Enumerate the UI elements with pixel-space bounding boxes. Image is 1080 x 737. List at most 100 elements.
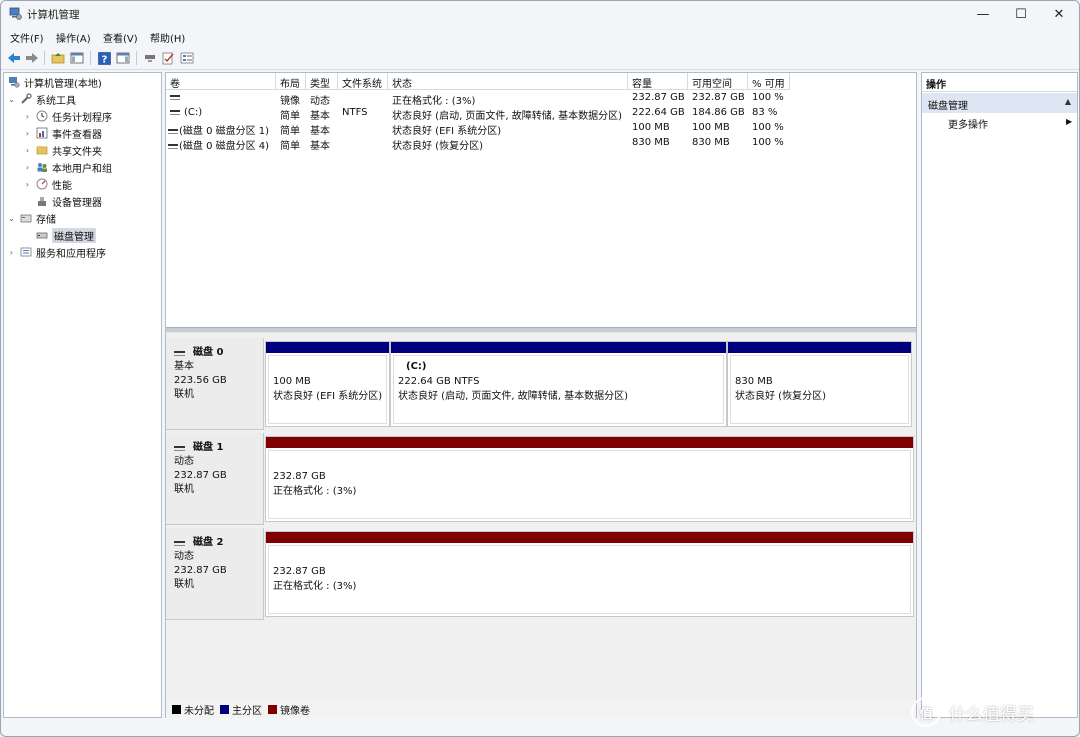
disk-row-2: 磁盘 2 动态 232.87 GB 联机 232.87 GB 正在格式化 : (…: [166, 528, 916, 620]
tree-item-label: 磁盘管理: [52, 227, 96, 243]
disk-name: 磁盘 1: [174, 441, 263, 455]
fs-cell: [338, 92, 342, 107]
type-cell: 动态: [310, 96, 330, 107]
volume-icon: [168, 143, 178, 149]
watermark-text: 什么值得买: [949, 704, 1034, 725]
disk-state: 联机: [174, 579, 194, 590]
close-button[interactable]: ✕: [1037, 1, 1079, 27]
partition-size: 232.87 GB: [273, 471, 326, 482]
disk-label[interactable]: 磁盘 1 动态 232.87 GB 联机: [166, 433, 264, 525]
chevron-right-icon[interactable]: ›: [23, 129, 32, 138]
legend-swatch: [220, 704, 229, 714]
chevron-right-icon[interactable]: ›: [23, 163, 32, 172]
show-action-pane-icon[interactable]: [114, 49, 132, 67]
tree-item-label: 任务计划程序: [52, 112, 112, 124]
partition-body: 100 MB 状态良好 (EFI 系统分区): [268, 355, 387, 424]
chevron-down-icon[interactable]: ⌄: [7, 95, 16, 104]
column-header-status[interactable]: 状态: [388, 73, 628, 90]
menu-view[interactable]: 查看(V): [103, 30, 138, 45]
partition-color-bar: [266, 342, 389, 353]
disk-size: 232.87 GB: [174, 470, 227, 481]
type-cell: 基本: [310, 126, 330, 137]
partition-body: 232.87 GB 正在格式化 : (3%): [268, 450, 911, 519]
disk-label[interactable]: 磁盘 0 基本 223.56 GB 联机: [166, 338, 264, 430]
chevron-right-icon[interactable]: ›: [23, 180, 32, 189]
partition-body: 830 MB 状态良好 (恢复分区): [730, 355, 909, 424]
tree-root[interactable]: 计算机管理(本地): [7, 74, 102, 90]
fs-cell: [338, 137, 342, 152]
partition-mirror[interactable]: 232.87 GB 正在格式化 : (3%): [265, 531, 914, 617]
performance-icon: [35, 178, 48, 190]
settings-list-icon[interactable]: [178, 49, 196, 67]
title-bar: 计算机管理 — ☐ ✕: [1, 1, 1079, 27]
disk-name: 磁盘 2: [174, 536, 263, 550]
chevron-right-icon[interactable]: ›: [23, 112, 32, 121]
help-icon[interactable]: ?: [95, 49, 113, 67]
column-header-free-space[interactable]: 可用空间: [688, 73, 748, 90]
back-arrow-icon[interactable]: [5, 49, 23, 67]
disk-icon: [174, 350, 185, 356]
disk-label[interactable]: 磁盘 2 动态 232.87 GB 联机: [166, 528, 264, 620]
column-header-filesystem[interactable]: 文件系统: [338, 73, 388, 90]
tree-item-event-viewer[interactable]: › 事件查看器: [23, 125, 102, 141]
tree-item-shared-folders[interactable]: › 共享文件夹: [23, 142, 102, 158]
partition-title: (C:): [406, 361, 427, 372]
partition-status: 状态良好 (恢复分区): [735, 391, 826, 402]
tree-item-label: 性能: [52, 180, 72, 192]
up-folder-icon[interactable]: [49, 49, 67, 67]
disk-graphical-view: 磁盘 0 基本 223.56 GB 联机 100 MB 状态良好 (EFI 系统…: [166, 333, 916, 718]
collapse-up-icon[interactable]: ▲: [1065, 97, 1071, 106]
tools-icon: [19, 93, 32, 105]
check-properties-icon[interactable]: [159, 49, 177, 67]
menu-file[interactable]: 文件(F): [10, 30, 44, 45]
volume-cell: (磁盘 0 磁盘分区 4): [166, 137, 276, 152]
menu-action[interactable]: 操作(A): [56, 30, 91, 45]
partition-legend: 未分配 主分区 镜像卷: [166, 700, 916, 718]
chevron-right-icon[interactable]: ›: [7, 248, 16, 257]
status-cell: 状态良好 (EFI 系统分区): [392, 126, 502, 137]
forward-arrow-icon[interactable]: [23, 49, 41, 67]
toolbar: ?: [1, 46, 1079, 70]
tree-item-local-users[interactable]: › 本地用户和组: [23, 159, 112, 175]
partition-recovery[interactable]: 830 MB 状态良好 (恢复分区): [727, 341, 912, 427]
partition-color-bar: [266, 532, 913, 543]
toolbar-separator: [90, 51, 91, 65]
tree-item-disk-management[interactable]: 磁盘管理: [23, 227, 96, 243]
tree-item-services[interactable]: › 服务和应用程序: [7, 244, 106, 260]
users-icon: [35, 161, 48, 173]
column-header-capacity[interactable]: 容量: [628, 73, 688, 90]
storage-icon: [19, 212, 32, 224]
column-header-percent-free[interactable]: % 可用: [748, 73, 790, 90]
menu-help[interactable]: 帮助(H): [150, 30, 185, 45]
partition-c-drive[interactable]: (C:) 222.64 GB NTFS 状态良好 (启动, 页面文件, 故障转储…: [390, 341, 727, 427]
partition-body: (C:) 222.64 GB NTFS 状态良好 (启动, 页面文件, 故障转储…: [393, 355, 724, 424]
chevron-right-icon[interactable]: ›: [23, 146, 32, 155]
window-title: 计算机管理: [27, 9, 80, 21]
tree-item-performance[interactable]: › 性能: [23, 176, 72, 192]
column-header-type[interactable]: 类型: [306, 73, 338, 90]
partition-mirror[interactable]: 232.87 GB 正在格式化 : (3%): [265, 436, 914, 522]
show-hide-console-tree-icon[interactable]: [68, 49, 86, 67]
more-actions-item[interactable]: 更多操作: [948, 116, 988, 131]
chevron-down-icon[interactable]: ⌄: [7, 214, 16, 223]
tree-item-device-manager[interactable]: 设备管理器: [23, 193, 102, 209]
layout-cell: 简单: [280, 111, 300, 122]
tree-item-system-tools[interactable]: ⌄ 系统工具: [7, 91, 76, 107]
actions-section-disk-management[interactable]: 磁盘管理 ▲: [922, 93, 1077, 113]
percent-cell: 100 %: [752, 92, 784, 103]
partition-status: 正在格式化 : (3%): [273, 486, 357, 497]
actions-section-label: 磁盘管理: [928, 101, 968, 112]
tree-item-task-scheduler[interactable]: › 任务计划程序: [23, 108, 112, 124]
disk-state: 联机: [174, 389, 194, 400]
column-header-volume[interactable]: 卷: [166, 73, 276, 90]
disk-icon: [174, 445, 185, 451]
tree-item-storage[interactable]: ⌄ 存储: [7, 210, 56, 226]
partition-efi[interactable]: 100 MB 状态良好 (EFI 系统分区): [265, 341, 390, 427]
connect-icon[interactable]: [141, 49, 159, 67]
column-header-layout[interactable]: 布局: [276, 73, 306, 90]
console-tree-pane: 计算机管理(本地) ⌄ 系统工具 › 任务计划程序 › 事件查看器 › 共享文件…: [3, 72, 162, 718]
partition-color-bar: [728, 342, 911, 353]
disk-icon: [174, 540, 185, 546]
partition-color-bar: [391, 342, 726, 353]
computer-management-window: 计算机管理 — ☐ ✕ 文件(F) 操作(A) 查看(V) 帮助(H) ? 计算…: [0, 0, 1080, 737]
